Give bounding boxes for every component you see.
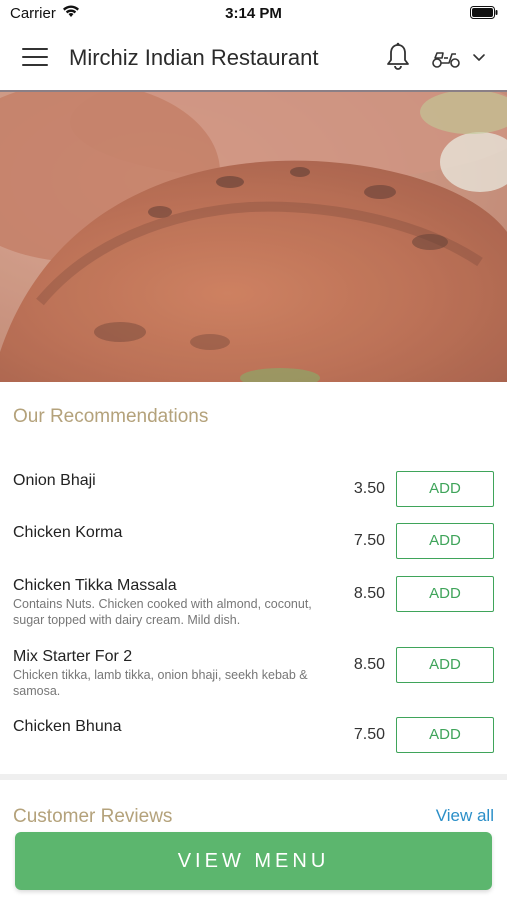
item-price: 7.50 <box>353 532 385 549</box>
item-name: Onion Bhaji <box>13 472 96 489</box>
item-name: Mix Starter For 2 <box>13 648 133 665</box>
add-button[interactable]: ADD <box>396 471 494 507</box>
item-description: Contains Nuts. Chicken cooked with almon… <box>13 597 312 627</box>
hero-food-image <box>0 92 507 382</box>
add-button[interactable]: ADD <box>396 717 494 753</box>
battery-icon <box>470 6 498 19</box>
recommendations-title: Our Recommendations <box>13 406 209 427</box>
status-bar: Carrier 3:14 PM <box>0 0 507 26</box>
add-button[interactable]: ADD <box>396 647 494 683</box>
item-price: 3.50 <box>353 480 385 497</box>
scooter-delivery-icon[interactable] <box>430 46 462 70</box>
restaurant-title: Mirchiz Indian Restaurant <box>69 45 319 70</box>
item-name: Chicken Korma <box>13 524 123 541</box>
item-price: 7.50 <box>353 726 385 743</box>
hamburger-menu-icon[interactable] <box>22 48 48 68</box>
app-header: Mirchiz Indian Restaurant <box>0 26 507 92</box>
item-price: 8.50 <box>353 585 385 602</box>
item-description: Chicken tikka, lamb tikka, onion bhaji, … <box>13 668 308 698</box>
item-name: Chicken Tikka Massala <box>13 577 177 594</box>
chevron-down-icon[interactable] <box>472 52 486 64</box>
bell-icon[interactable] <box>384 42 412 72</box>
status-time: 3:14 PM <box>225 5 282 22</box>
add-button[interactable]: ADD <box>396 523 494 559</box>
item-name: Chicken Bhuna <box>13 718 122 735</box>
item-price: 8.50 <box>353 656 385 673</box>
add-button[interactable]: ADD <box>396 576 494 612</box>
view-menu-button[interactable]: VIEW MENU <box>15 832 492 890</box>
section-divider <box>0 774 507 780</box>
